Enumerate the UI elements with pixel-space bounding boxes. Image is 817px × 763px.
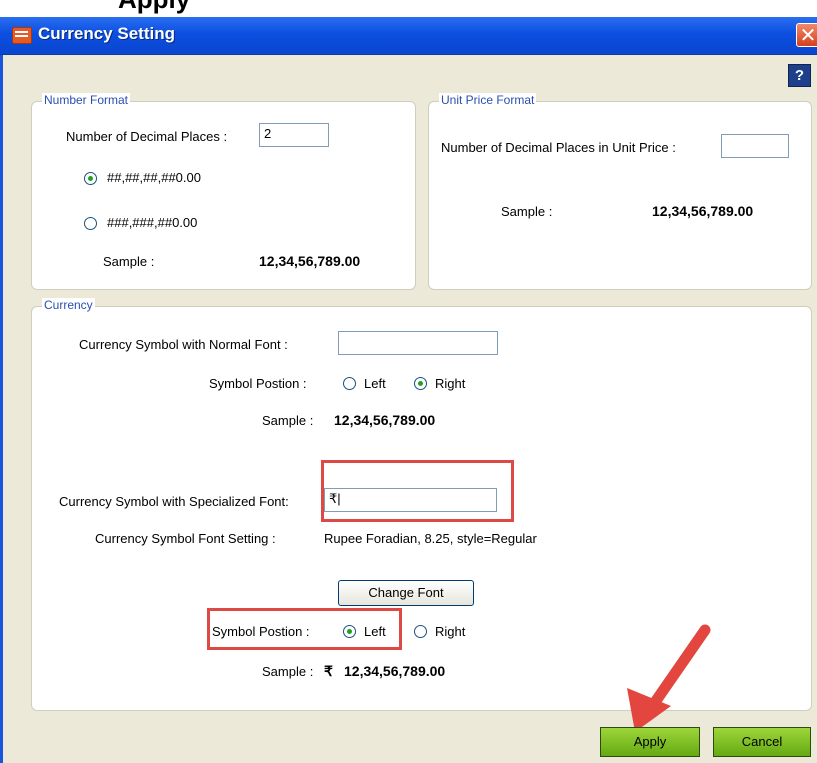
cancel-button[interactable]: Cancel — [713, 727, 811, 757]
radio-indian-format[interactable] — [84, 172, 97, 185]
normal-sample-label: Sample : — [262, 413, 314, 428]
unit-price-decimal-label: Number of Decimal Places in Unit Price : — [441, 140, 676, 155]
normal-position-left-label[interactable]: Left — [364, 376, 386, 391]
shopping-cart-icon — [12, 27, 32, 44]
red-arrow-icon — [627, 624, 711, 732]
international-format-label[interactable]: ###,###,##0.00 — [107, 215, 197, 230]
title-bar[interactable]: Currency Setting ✕ — [0, 17, 817, 55]
unit-price-format-group: Unit Price Format Number of Decimal Plac… — [428, 93, 812, 290]
special-sample-label: Sample : — [262, 664, 314, 679]
cropped-heading-text: Apply — [118, 0, 190, 15]
font-setting-value: Rupee Foradian, 8.25, style=Regular — [324, 531, 537, 546]
font-setting-label: Currency Symbol Font Setting : — [95, 531, 276, 546]
normal-font-symbol-input[interactable] — [338, 331, 498, 355]
rupee-symbol: ₹ — [324, 663, 333, 679]
special-position-right-label[interactable]: Right — [435, 624, 465, 639]
number-sample-value: 12,34,56,789.00 — [259, 253, 361, 269]
normal-position-right-radio[interactable] — [414, 377, 427, 390]
unit-price-format-legend: Unit Price Format — [439, 93, 537, 107]
decimal-places-input[interactable]: 2 — [259, 123, 329, 147]
number-format-group: Number Format Number of Decimal Places :… — [31, 93, 416, 290]
special-position-right-radio[interactable] — [414, 625, 427, 638]
decimal-places-label: Number of Decimal Places : — [66, 129, 228, 144]
dialog-body: ? Number Format Number of Decimal Places… — [0, 55, 817, 763]
unit-price-sample-label: Sample : — [501, 204, 553, 219]
normal-position-right-label[interactable]: Right — [435, 376, 465, 391]
specialized-font-highlight — [321, 460, 514, 522]
unit-price-sample-value: 12,34,56,789.00 — [652, 203, 754, 219]
window-title: Currency Setting — [38, 24, 175, 43]
currency-setting-window: Currency Setting ✕ ? Number Format Numbe… — [0, 17, 817, 763]
help-icon[interactable]: ? — [788, 64, 811, 87]
symbol-position-highlight — [207, 608, 402, 650]
number-sample-label: Sample : — [103, 254, 155, 269]
close-button[interactable]: ✕ — [796, 23, 817, 47]
radio-international-format[interactable] — [84, 217, 97, 230]
currency-legend: Currency — [42, 298, 95, 312]
normal-symbol-position-label: Symbol Postion : — [209, 376, 307, 391]
normal-position-left-radio[interactable] — [343, 377, 356, 390]
unit-price-decimal-input[interactable] — [721, 134, 789, 158]
special-sample-value: 12,34,56,789.00 — [344, 663, 446, 679]
change-font-button[interactable]: Change Font — [338, 580, 474, 606]
cropped-heading-strip: Apply — [0, 0, 817, 17]
indian-format-label[interactable]: ##,##,##,##0.00 — [107, 170, 201, 185]
number-format-legend: Number Format — [42, 93, 131, 107]
special-font-symbol-label: Currency Symbol with Specialized Font: — [59, 494, 289, 509]
normal-font-symbol-label: Currency Symbol with Normal Font : — [79, 337, 288, 352]
apply-button[interactable]: Apply — [600, 727, 700, 757]
normal-sample-value: 12,34,56,789.00 — [334, 412, 436, 428]
